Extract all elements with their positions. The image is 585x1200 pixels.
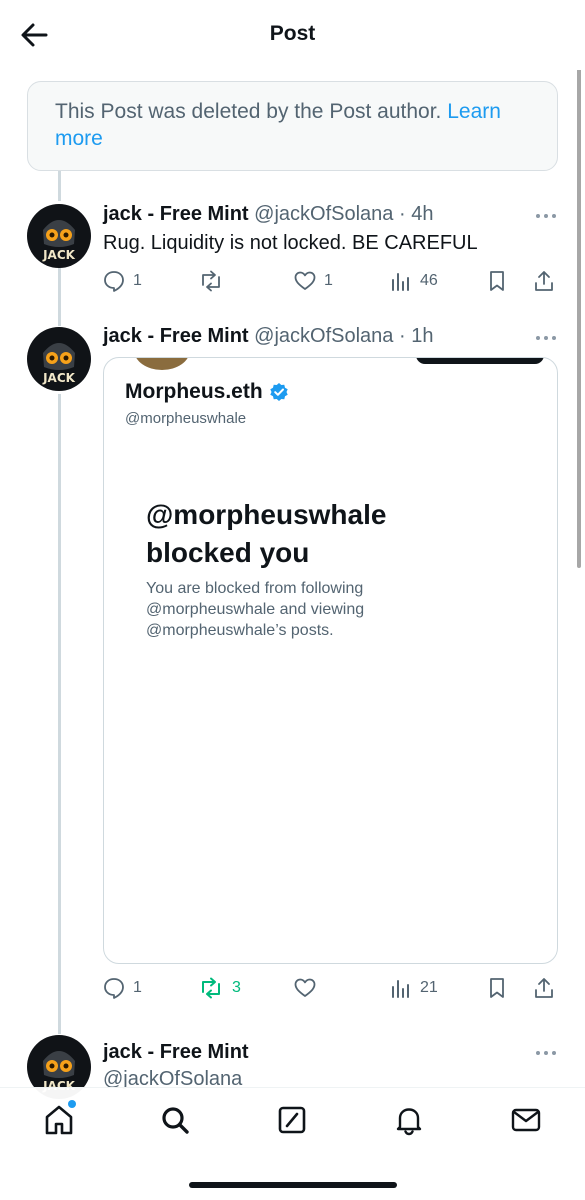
- deleted-post-notice: This Post was deleted by the Post author…: [27, 81, 558, 171]
- bookmark-button[interactable]: [487, 267, 507, 295]
- top-bar: Post: [0, 0, 585, 70]
- verified-badge-icon: [269, 383, 288, 401]
- bookmark-icon: [490, 271, 504, 291]
- more-icon: [536, 1051, 556, 1055]
- reply-count: 1: [133, 979, 142, 996]
- profile-handle: @morpheuswhale: [125, 410, 247, 427]
- thread-line: [58, 171, 61, 201]
- author-name[interactable]: jack - Free Mint: [103, 203, 249, 225]
- more-options-button[interactable]: [533, 328, 559, 348]
- share-button[interactable]: [533, 267, 555, 295]
- views-icon: [392, 980, 409, 998]
- post-image[interactable]: Morpheus.eth @morpheuswhale @morpheuswha…: [103, 357, 558, 964]
- like-button[interactable]: [294, 974, 324, 1002]
- views-count: 46: [420, 272, 438, 289]
- more-options-button[interactable]: [533, 1043, 559, 1063]
- svg-text:JACK: JACK: [42, 371, 76, 385]
- like-count: 1: [324, 272, 333, 289]
- profile-button-peek: [416, 358, 544, 364]
- home-indicator: [189, 1182, 397, 1188]
- profile-name-text: Morpheus.eth: [125, 380, 263, 403]
- blocked-description: You are blocked from following @morpheus…: [146, 580, 365, 639]
- deleted-notice-text: This Post was deleted by the Post author…: [55, 100, 448, 123]
- share-button[interactable]: [533, 974, 555, 1002]
- page-title: Post: [269, 22, 316, 45]
- views-button[interactable]: 21: [390, 974, 438, 1002]
- share-icon: [535, 978, 553, 998]
- post-text: Rug. Liquidity is not locked. BE CAREFUL: [103, 232, 478, 254]
- more-icon: [536, 214, 556, 218]
- reply-button[interactable]: 1: [103, 267, 142, 295]
- post-actions: 1 3 21: [103, 974, 558, 1002]
- avatar[interactable]: JACK: [27, 204, 91, 268]
- views-icon: [392, 273, 409, 291]
- bookmark-button[interactable]: [487, 974, 507, 1002]
- avatar[interactable]: JACK: [27, 327, 91, 391]
- notifications-icon: [396, 1108, 422, 1136]
- author-name[interactable]: jack - Free Mint: [103, 1041, 249, 1063]
- nav-grok[interactable]: [275, 1103, 309, 1137]
- reply-icon: [104, 271, 124, 292]
- repost-button[interactable]: 3: [198, 974, 241, 1002]
- reply-button[interactable]: 1: [103, 974, 142, 1002]
- author-handle[interactable]: @jackOfSolana: [254, 325, 393, 347]
- compose-icon: [278, 1106, 306, 1134]
- repost-icon: [202, 270, 220, 292]
- home-icon: [45, 1105, 73, 1135]
- thread-line: [58, 260, 61, 326]
- blocked-title: @morpheuswhale blocked you: [146, 499, 387, 568]
- more-options-button[interactable]: [533, 206, 559, 226]
- views-button[interactable]: 46: [390, 267, 438, 295]
- nav-messages[interactable]: [509, 1103, 543, 1137]
- author-name[interactable]: jack - Free Mint: [103, 325, 249, 347]
- post-header: jack - Free Mint @jackOfSolana · 1h: [103, 325, 434, 347]
- more-icon: [536, 336, 556, 340]
- bookmark-icon: [490, 978, 504, 998]
- post-actions: 1 1 46: [103, 267, 558, 295]
- svg-text:JACK: JACK: [42, 248, 76, 262]
- scrollbar[interactable]: [577, 68, 581, 568]
- repost-count: 3: [232, 979, 241, 996]
- nav-search[interactable]: [158, 1103, 192, 1137]
- search-icon: [162, 1107, 189, 1134]
- nav-home[interactable]: [42, 1100, 76, 1137]
- heart-icon: [294, 271, 316, 290]
- share-icon: [535, 271, 553, 291]
- bottom-navigation: [0, 1087, 585, 1200]
- post-header: jack - Free Mint @jackOfSolana · 4h: [103, 203, 434, 225]
- messages-icon: [511, 1108, 541, 1132]
- like-button[interactable]: 1: [294, 267, 333, 295]
- profile-name: Morpheus.eth: [125, 380, 289, 404]
- post-header: jack - Free Mint: [103, 1041, 249, 1069]
- profile-avatar-peek: [134, 358, 190, 370]
- post-time[interactable]: 1h: [411, 325, 433, 347]
- heart-icon: [294, 978, 316, 997]
- reply-count: 1: [133, 272, 142, 289]
- repost-icon: [202, 977, 220, 999]
- post-time[interactable]: 4h: [411, 203, 433, 225]
- author-handle[interactable]: @jackOfSolana: [254, 203, 393, 225]
- notification-dot: [68, 1100, 76, 1108]
- repost-button[interactable]: [198, 267, 232, 295]
- thread-line: [58, 394, 61, 1034]
- reply-icon: [104, 978, 124, 999]
- nav-notifications[interactable]: [392, 1103, 426, 1137]
- views-count: 21: [420, 979, 438, 996]
